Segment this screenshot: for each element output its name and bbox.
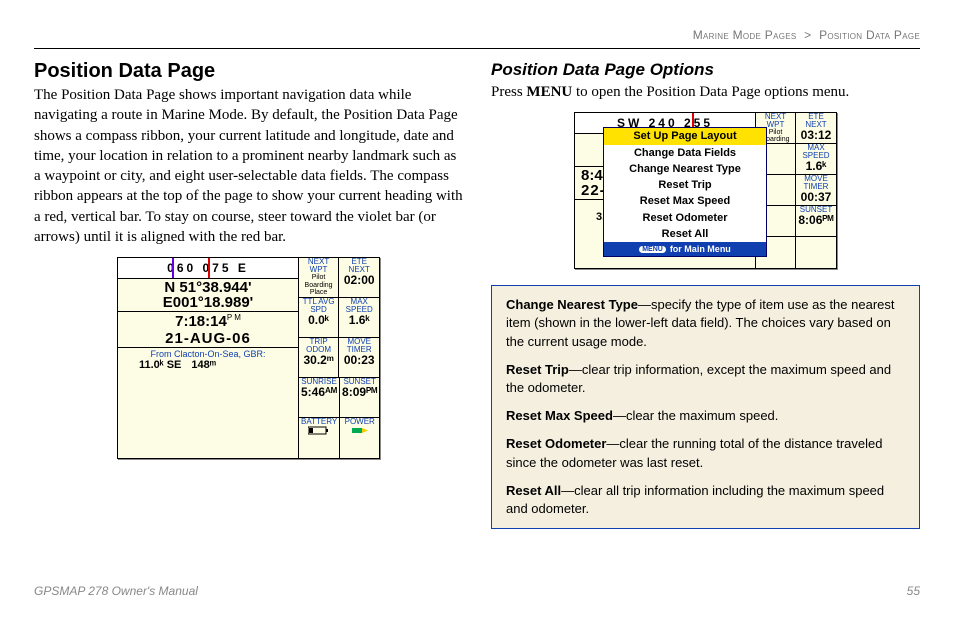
from-distance: 148ᵐ [191,359,216,371]
menu-footer: MENU for Main Menu [604,242,766,256]
note-item: Change Nearest Type—specify the type of … [506,296,905,351]
menu-item[interactable]: Reset Trip [604,177,766,193]
note-term: Reset Trip [506,362,569,377]
time-suffix: P M [227,313,241,322]
section-heading: Position Data Page [34,60,463,83]
footer-page-number: 55 [907,584,920,598]
menu-item[interactable]: Reset Max Speed [604,193,766,209]
note-item: Reset Odometer—clear the running total o… [506,435,905,471]
menu-item[interactable]: Reset All [604,226,766,242]
field-value: 03:12 [798,129,834,141]
from-cell: From Clacton-On-Sea, GBR: 11.0ᵏ SE 148ᵐ [118,348,298,372]
menu-item[interactable]: Change Nearest Type [604,161,766,177]
latitude-value: N 51°38.944' [121,280,295,295]
right-column: Position Data Page Options Press MENU to… [491,60,920,566]
field-value: 02:00 [341,274,377,286]
field-label: TTL AVG SPD [301,298,336,314]
subsection-heading: Position Data Page Options [491,60,920,80]
options-menu: Set Up Page Layout Change Data Fields Ch… [603,127,767,257]
latlon-cell: N 51°38.944' E001°18.989' [118,279,298,312]
note-item: Reset All—clear all trip information inc… [506,482,905,518]
data-fields-column: NEXT WPTPilot Boarding Place ETE NEXT02:… [298,258,379,458]
field-value: 0.0ᵏ [301,314,336,326]
compass-ribbon: 060 075 E [118,258,298,279]
field-value: 30.2ᵐ [301,354,336,366]
from-bearing: 11.0ᵏ SE [139,359,181,371]
header-rule [34,48,920,49]
field-label: BATTERY [301,418,337,426]
time-value: 7:18:14 [175,313,227,330]
menu-pill-icon: MENU [639,246,666,253]
intro-bold: MENU [526,84,572,100]
options-description-box: Change Nearest Type—specify the type of … [491,285,920,529]
note-term: Reset All [506,483,561,498]
time-date-cell: 7:18:14P M 21-AUG-06 [118,312,298,348]
from-label: From Clacton-On-Sea, GBR: [121,349,295,359]
note-item: Reset Trip—clear trip information, excep… [506,361,905,397]
note-term: Reset Max Speed [506,408,613,423]
field-label: MAX SPEED [798,144,834,160]
battery-icon [301,426,337,438]
running-header-sep: > [804,28,811,42]
running-header-section: Marine Mode Pages [693,28,797,42]
note-term: Change Nearest Type [506,297,638,312]
longitude-value: E001°18.989' [121,295,295,310]
field-label: MOVE TIMER [798,175,834,191]
menu-item[interactable]: Reset Odometer [604,210,766,226]
field-label: MOVE TIMER [341,338,377,354]
menu-item[interactable]: Change Data Fields [604,145,766,161]
menu-footer-text: for Main Menu [670,244,731,254]
note-desc: —clear the maximum speed. [613,408,778,423]
field-label: NEXT WPT [301,258,336,274]
note-term: Reset Odometer [506,436,606,451]
gps-screenshot-data-page: 060 075 E N 51°38.944' E001°18.989' 7:18… [117,257,380,459]
field-value: 00:37 [798,191,834,203]
note-desc: —clear all trip information including th… [506,483,884,516]
field-label: TRIP ODOM [301,338,336,354]
field-label: MAX SPEED [341,298,377,314]
running-header-page: Position Data Page [819,28,920,42]
left-column: Position Data Page The Position Data Pag… [34,60,463,566]
power-plug-icon [342,426,377,438]
intro-pre: Press [491,84,526,100]
compass-red-bar [208,258,210,278]
data-fields-column: NEXT WPTPilot Boarding ETE NEXT03:12 MAX… [755,113,836,268]
compass-violet-bar [172,258,174,278]
menu-item-highlighted[interactable]: Set Up Page Layout [604,128,766,144]
running-header: Marine Mode Pages > Position Data Page [693,28,920,42]
field-value: 8:09ᴾᴹ [342,386,377,398]
field-label: POWER [342,418,377,426]
footer-manual-title: GPSMAP 278 Owner's Manual [34,584,198,598]
field-value: Pilot Boarding Place [301,274,336,297]
subsection-intro: Press MENU to open the Position Data Pag… [491,82,920,102]
field-value: 5:46ᴬᴹ [301,386,337,398]
field-value: 8:06ᴾᴹ [798,214,834,226]
gps-screenshot-options-menu: SW 240 255 N 51°4 E001°3 8:43 22-AU [574,112,837,269]
section-body: The Position Data Page shows important n… [34,85,463,247]
intro-post: to open the Position Data Page options m… [572,84,849,100]
date-value: 21-AUG-06 [121,331,295,346]
field-value: 00:23 [341,354,377,366]
field-value: 1.6ᵏ [341,314,377,326]
note-item: Reset Max Speed—clear the maximum speed. [506,407,905,425]
field-label: ETE NEXT [798,113,834,129]
field-label: ETE NEXT [341,258,377,274]
field-value: 1.6ᵏ [798,160,834,172]
